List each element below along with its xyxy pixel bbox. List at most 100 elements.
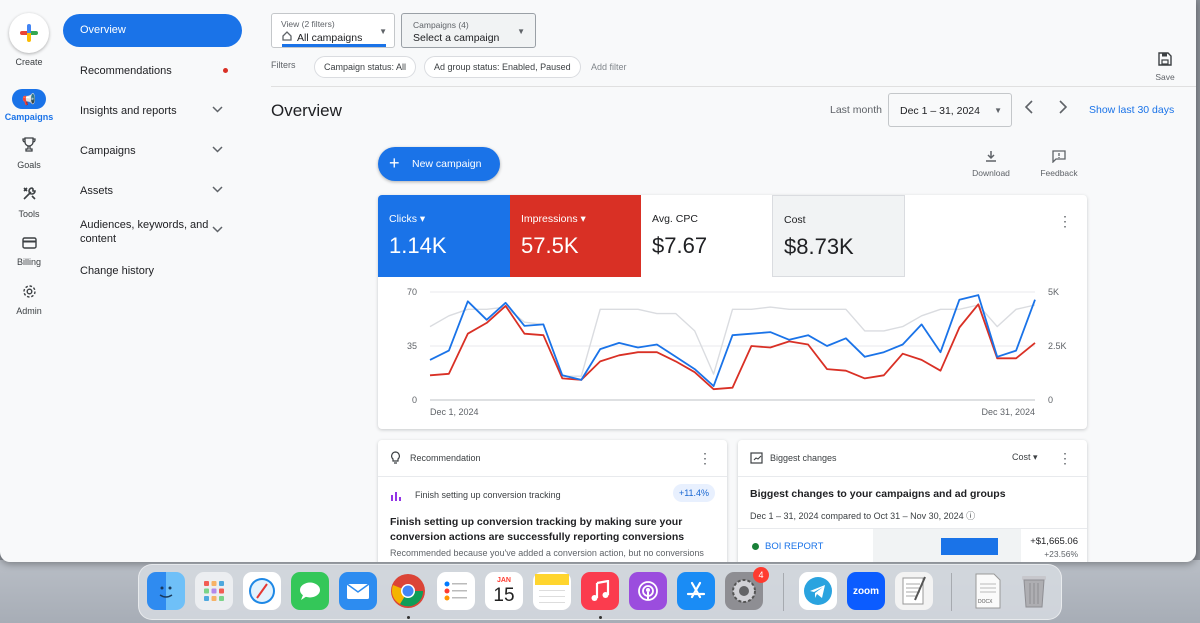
new-campaign-label: New campaign [412, 158, 482, 170]
help-icon[interactable]: ⓘ [966, 511, 975, 521]
filter-chip-campaign-status[interactable]: Campaign status: All [314, 56, 417, 78]
show-last-30-days-link[interactable]: Show last 30 days [1089, 104, 1174, 116]
add-filter-button[interactable]: Add filter [591, 62, 627, 72]
y2-axis-tick-label: 2.5K [1048, 341, 1067, 351]
running-indicator [599, 616, 602, 619]
metric-tile-avg-cpc[interactable]: Avg. CPC $7.67 [641, 195, 772, 277]
save-button[interactable]: Save [1150, 72, 1180, 82]
trophy-icon[interactable] [0, 137, 58, 156]
date-range-picker[interactable]: Dec 1 – 31, 2024 ▼ [888, 93, 1012, 127]
x-axis-start-label: Dec 1, 2024 [430, 407, 479, 417]
page-title: Overview [271, 101, 342, 120]
metric-value: 57.5K [521, 233, 579, 258]
app-store-icon[interactable] [677, 572, 715, 610]
launchpad-icon[interactable] [195, 572, 233, 610]
change-row-name[interactable]: BOI REPORT [765, 541, 823, 552]
system-settings-icon[interactable]: 4 [725, 567, 769, 610]
line-chart: 70 35 0 5K 2.5K 0 Dec 1, 2024 Dec 31, 2024 [407, 287, 1067, 417]
save-icon[interactable] [1158, 52, 1172, 66]
metric-tile-impressions[interactable]: Impressions ▾ 57.5K [510, 195, 641, 277]
nav-item-audiences[interactable]: Audiences, keywords, and content [80, 218, 212, 246]
chevron-down-icon[interactable] [212, 104, 223, 116]
nav-item-recommendations[interactable]: Recommendations [80, 65, 172, 77]
bar-chart-icon [390, 488, 402, 506]
metric-name: Impressions ▾ [521, 213, 586, 225]
zoom-icon[interactable]: zoom [847, 572, 885, 610]
metric-tile-cost[interactable]: Cost $8.73K [772, 195, 905, 277]
calendar-icon[interactable]: JAN 15 [485, 572, 523, 610]
podcasts-icon[interactable] [629, 572, 667, 610]
chevron-right-icon[interactable] [1058, 100, 1068, 119]
nav-item-overview[interactable]: Overview [63, 14, 242, 47]
app-window: Create 📢 Campaigns Goals Tools Billing A… [0, 0, 1196, 562]
mail-icon[interactable] [339, 572, 377, 610]
finder-icon[interactable] [147, 572, 185, 610]
recommendation-card: Recommendation ⋮ Finish setting up conve… [378, 440, 727, 562]
chrome-icon[interactable] [389, 572, 427, 610]
telegram-icon[interactable] [799, 572, 837, 610]
rail-goals-label[interactable]: Goals [0, 160, 58, 170]
feedback-icon [1052, 150, 1066, 163]
rail-billing-label[interactable]: Billing [0, 257, 58, 267]
filters-label: Filters [271, 60, 296, 70]
rail-admin-label[interactable]: Admin [0, 306, 58, 316]
more-vert-icon[interactable]: ⋮ [1058, 451, 1072, 465]
more-vert-icon[interactable]: ⋮ [698, 451, 712, 465]
y-axis-tick-label: 35 [407, 341, 417, 351]
tools-icon[interactable] [0, 186, 58, 205]
left-rail: Create 📢 Campaigns Goals Tools Billing A… [0, 0, 58, 562]
reminders-icon[interactable] [437, 572, 475, 610]
plus-icon [20, 24, 38, 42]
create-button[interactable] [9, 13, 49, 53]
score-badge: +11.4% [673, 484, 715, 502]
metric-name: Avg. CPC [652, 213, 698, 225]
performance-chart-card: Clicks ▾ 1.14K Impressions ▾ 57.5K Avg. … [378, 195, 1087, 429]
y2-axis-tick-label: 5K [1048, 287, 1059, 297]
gear-icon[interactable] [0, 284, 58, 303]
download-button[interactable]: Download [966, 150, 1016, 178]
new-campaign-button[interactable]: + New campaign [378, 147, 500, 181]
messages-icon[interactable] [291, 572, 329, 610]
feedback-button[interactable]: Feedback [1034, 150, 1084, 178]
notes-icon[interactable] [533, 572, 571, 610]
trash-icon[interactable] [1015, 572, 1053, 610]
campaign-selector[interactable]: Campaigns (4) Select a campaign ▼ [401, 13, 536, 48]
metric-tile-clicks[interactable]: Clicks ▾ 1.14K [378, 195, 510, 277]
nav-item-change-history[interactable]: Change history [80, 265, 154, 277]
nav-item-campaigns[interactable]: Campaigns [80, 145, 136, 157]
dropdown-arrow-icon: ▼ [379, 27, 387, 36]
document-icon[interactable]: DOCX [969, 572, 1007, 610]
music-icon[interactable] [581, 572, 619, 610]
rail-campaigns-label[interactable]: Campaigns [0, 112, 58, 122]
campaign-selector-caption: Campaigns (4) [413, 20, 469, 30]
biggest-changes-subtitle: Dec 1 – 31, 2024 compared to Oct 31 – No… [750, 511, 976, 521]
series-line-impressions [429, 303, 1036, 391]
dropdown-arrow-icon: ▼ [994, 106, 1002, 115]
period-label: Last month [830, 104, 882, 116]
recommendation-header: Recommendation [410, 453, 481, 463]
nav-panel: Overview Recommendations Insights and re… [58, 0, 253, 562]
y2-axis-tick-label: 0 [1048, 395, 1053, 405]
biggest-changes-title: Biggest changes to your campaigns and ad… [750, 488, 1006, 500]
nav-item-assets[interactable]: Assets [80, 185, 113, 197]
safari-icon[interactable] [243, 572, 281, 610]
rail-tools-label[interactable]: Tools [0, 209, 58, 219]
view-selector-underline [282, 44, 386, 47]
filter-chip-ad-group-status[interactable]: Ad group status: Enabled, Paused [424, 56, 581, 78]
view-selector[interactable]: View (2 filters) All campaigns ▼ [271, 13, 395, 48]
chevron-down-icon[interactable] [212, 184, 223, 196]
chevron-down-icon[interactable] [212, 224, 223, 236]
recommendation-title[interactable]: Finish setting up conversion tracking by… [390, 515, 720, 545]
campaigns-rail-button[interactable]: 📢 [12, 89, 46, 109]
more-vert-icon[interactable]: ⋮ [1058, 214, 1072, 228]
textedit-icon[interactable] [895, 572, 933, 610]
campaign-selector-value: Select a campaign [413, 32, 500, 44]
divider [271, 86, 1196, 87]
y-axis-tick-label: 0 [412, 395, 417, 405]
nav-item-insights[interactable]: Insights and reports [80, 105, 177, 117]
credit-card-icon[interactable] [0, 236, 58, 253]
metric-select[interactable]: Cost ▾ [1012, 452, 1038, 463]
chevron-down-icon[interactable] [212, 144, 223, 156]
chevron-left-icon[interactable] [1024, 100, 1034, 119]
notification-dot [223, 68, 228, 73]
